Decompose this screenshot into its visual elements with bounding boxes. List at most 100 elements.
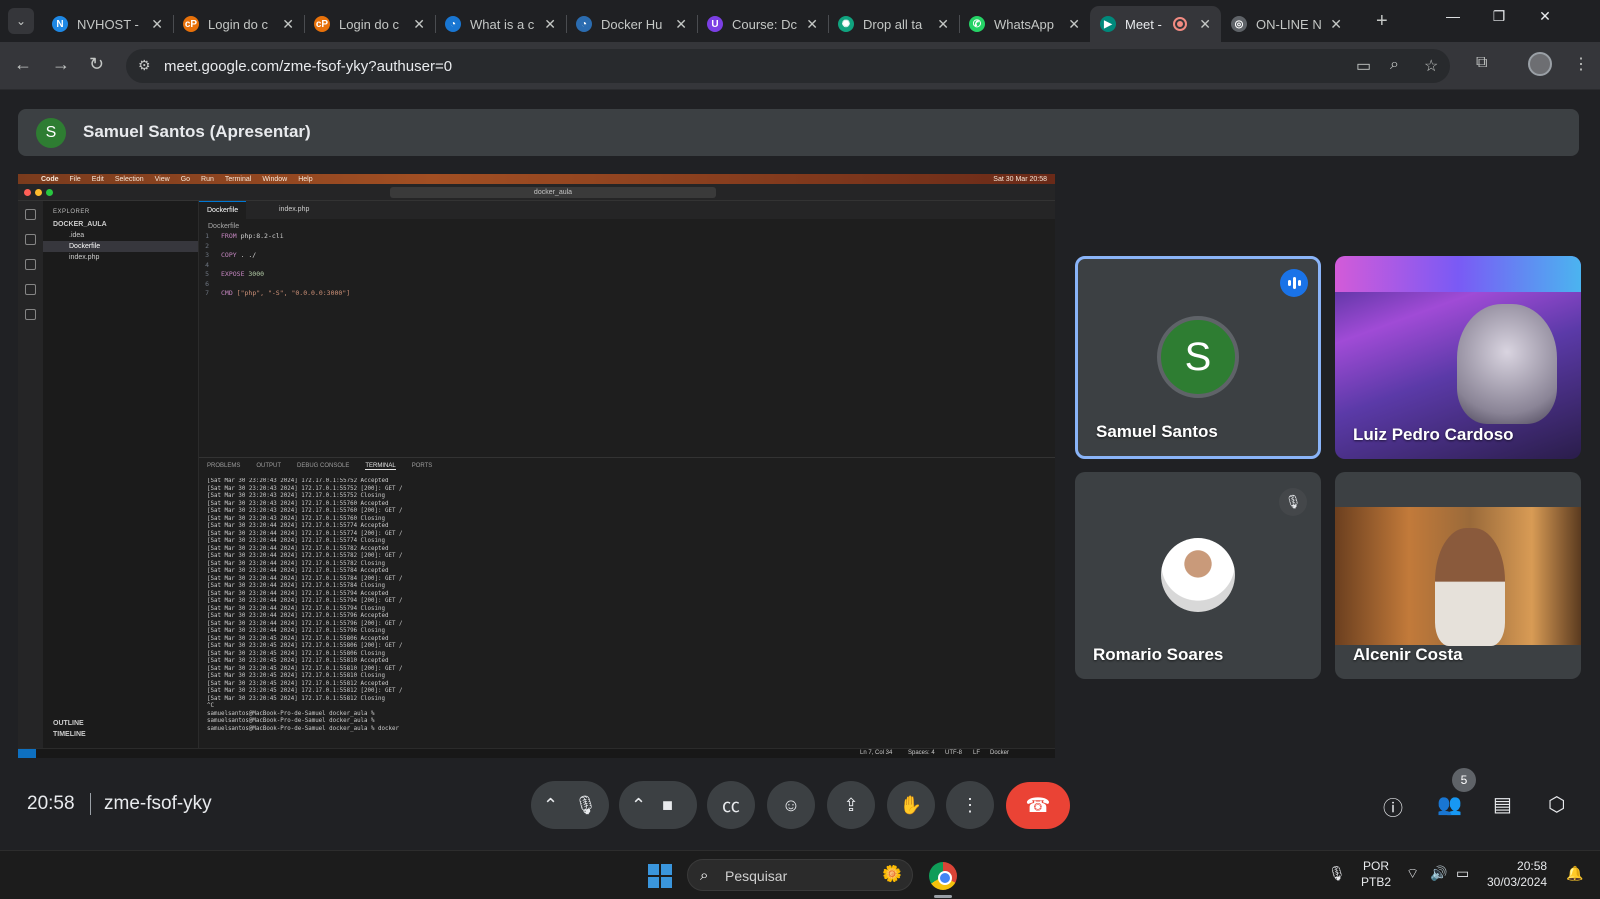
close-tab-icon[interactable]: ✕ bbox=[675, 16, 687, 33]
chevron-up-icon[interactable]: ⌃ bbox=[543, 795, 558, 816]
close-tab-icon[interactable]: ✕ bbox=[806, 16, 818, 33]
captions-button[interactable]: ㏄ bbox=[707, 781, 755, 829]
activities-icon[interactable]: ⬡ bbox=[1548, 792, 1565, 817]
new-tab-button[interactable]: + bbox=[1376, 10, 1388, 33]
terminal-line: samuelsantos@MacBook-Pro-de-Samuel docke… bbox=[207, 718, 375, 724]
microphone-tray-icon[interactable]: 🎙 bbox=[1328, 865, 1346, 882]
zoom-icon[interactable]: ⌕ bbox=[1390, 56, 1399, 74]
chrome-taskbar-icon[interactable] bbox=[929, 862, 957, 890]
line-number: 5 bbox=[205, 270, 209, 278]
terminal-line: [Sat Mar 30 23:20:44 2024] 172.17.0.1:55… bbox=[207, 613, 389, 619]
battery-icon[interactable]: ▭ bbox=[1456, 865, 1469, 882]
more-options-button[interactable]: ⋮ bbox=[946, 781, 994, 829]
participant-video-figure bbox=[1457, 304, 1557, 424]
browser-tab[interactable]: ◎ ON-LINE N ✕ bbox=[1221, 6, 1352, 42]
browser-tab[interactable]: U Course: Dc ✕ bbox=[697, 6, 828, 42]
leave-call-button[interactable]: ☎ bbox=[1006, 782, 1070, 829]
notification-bell-icon[interactable]: 🔔 bbox=[1566, 865, 1583, 882]
raise-hand-button[interactable]: ✋ bbox=[887, 781, 935, 829]
browser-tab[interactable]: ✆ WhatsApp ✕ bbox=[959, 6, 1090, 42]
microphone-control[interactable]: ⌃ 🎙 bbox=[531, 781, 609, 829]
browser-tab[interactable]: ◔ Docker Hu ✕ bbox=[566, 6, 697, 42]
browser-tab[interactable]: cP Login do c ✕ bbox=[304, 6, 435, 42]
terminal-line: [Sat Mar 30 23:20:44 2024] 172.17.0.1:55… bbox=[207, 590, 389, 597]
address-url[interactable]: meet.google.com/zme-fsof-yky?authuser=0 bbox=[164, 58, 452, 75]
taskbar-search-placeholder[interactable]: Pesquisar bbox=[725, 868, 787, 884]
status-language: Docker bbox=[990, 750, 1010, 756]
browser-tab[interactable]: N NVHOST - ✕ bbox=[42, 6, 173, 42]
minimize-window-button[interactable]: — bbox=[1430, 8, 1476, 24]
close-tab-icon[interactable]: ✕ bbox=[1199, 16, 1211, 33]
browser-tab[interactable]: ▶ Meet - ✕ bbox=[1090, 6, 1221, 42]
recording-indicator-icon bbox=[1173, 17, 1188, 31]
code-text: php:8.2-cli bbox=[236, 232, 284, 240]
taskbar-search[interactable]: ⌕ Pesquisar 🌼 bbox=[687, 859, 913, 891]
participant-tile[interactable]: Alcenir Costa bbox=[1335, 472, 1581, 679]
mac-menu-item: Edit bbox=[91, 175, 104, 183]
browser-tab[interactable]: ✺ Drop all ta ✕ bbox=[828, 6, 959, 42]
tab-search-button[interactable]: ⌄ bbox=[8, 8, 34, 34]
browser-tab-strip: ⌄ N NVHOST - ✕ cP Login do c ✕ cP Login do c ✕ ◔ W… bbox=[0, 0, 1600, 42]
outline-section: OUTLINE bbox=[53, 720, 84, 727]
browser-tab[interactable]: ◔ What is a c ✕ bbox=[435, 6, 566, 42]
participant-tile[interactable]: Luiz Pedro Cardoso bbox=[1335, 256, 1581, 459]
close-tab-icon[interactable]: ✕ bbox=[413, 16, 425, 33]
participant-tile[interactable]: 🎙 Romario Soares bbox=[1075, 472, 1321, 679]
status-eol: LF bbox=[973, 750, 981, 756]
camera-control[interactable]: ⌃ ■ bbox=[619, 781, 697, 829]
close-tab-icon[interactable]: ✕ bbox=[544, 16, 556, 33]
code-line: 4 bbox=[199, 261, 1055, 271]
browser-menu-icon[interactable]: ⋮ bbox=[1573, 54, 1589, 74]
profile-avatar[interactable] bbox=[1528, 52, 1552, 76]
participant-name: Luiz Pedro Cardoso bbox=[1353, 425, 1514, 444]
restore-window-button[interactable]: ❐ bbox=[1476, 8, 1522, 25]
camera-in-use-icon[interactable]: ▭ bbox=[1356, 56, 1371, 76]
present-icon: ⇪ bbox=[843, 794, 859, 815]
people-count-badge: 5 bbox=[1452, 768, 1476, 792]
reactions-button[interactable]: ☺ bbox=[767, 781, 815, 829]
keyboard-layout: PTB2 bbox=[1361, 875, 1392, 889]
present-screen-button[interactable]: ⇪ bbox=[827, 781, 875, 829]
close-tab-icon[interactable]: ✕ bbox=[151, 16, 163, 33]
tab-title: Login do c bbox=[208, 16, 268, 32]
vscode-command-search: docker_aula bbox=[390, 187, 716, 198]
close-tab-icon[interactable]: ✕ bbox=[1068, 16, 1080, 33]
extensions-icon[interactable]: ⧉ bbox=[1476, 54, 1487, 72]
file-item: .idea bbox=[69, 232, 85, 239]
system-clock[interactable]: 20:58 30/03/2024 bbox=[1487, 858, 1547, 890]
emoji-icon: ☺ bbox=[781, 794, 801, 815]
site-info-icon[interactable]: ⚙ bbox=[138, 57, 151, 74]
microphone-icon[interactable]: 🎙 bbox=[574, 795, 597, 816]
back-button[interactable]: ← bbox=[14, 54, 32, 75]
editor-tabs: Dockerfile index.php bbox=[199, 201, 1055, 219]
meeting-time: 20:58 bbox=[27, 793, 75, 814]
input-language[interactable]: POR PTB2 bbox=[1361, 858, 1391, 890]
tab-favicon-icon: cP bbox=[314, 16, 330, 32]
forward-button[interactable]: → bbox=[52, 54, 70, 75]
close-tab-icon[interactable]: ✕ bbox=[937, 16, 949, 33]
volume-icon[interactable]: 🔊 bbox=[1430, 865, 1447, 882]
address-bar[interactable]: ⚙ meet.google.com/zme-fsof-yky?authuser=… bbox=[126, 49, 1450, 83]
line-number: 4 bbox=[205, 260, 209, 269]
line-number: 2 bbox=[205, 241, 209, 250]
close-window-button[interactable]: ✕ bbox=[1522, 8, 1568, 25]
participant-tile[interactable]: S Samuel Santos bbox=[1075, 256, 1321, 459]
chevron-up-icon[interactable]: ⌃ bbox=[631, 795, 646, 816]
muted-mic-icon: 🎙 bbox=[1279, 488, 1307, 516]
reload-button[interactable]: ↻ bbox=[89, 54, 104, 75]
input-language-code: POR bbox=[1363, 859, 1390, 873]
chat-icon[interactable]: ▤ bbox=[1493, 792, 1512, 817]
close-tab-icon[interactable]: ✕ bbox=[1330, 16, 1342, 33]
camera-icon[interactable]: ■ bbox=[662, 795, 673, 816]
windows-start-icon[interactable] bbox=[648, 864, 672, 888]
people-icon[interactable]: 👥 bbox=[1437, 792, 1462, 817]
bookmark-star-icon[interactable]: ☆ bbox=[1424, 56, 1438, 76]
meeting-info-icon[interactable]: ⓘ bbox=[1383, 792, 1403, 821]
wifi-icon[interactable]: ⌔ bbox=[1406, 865, 1419, 883]
line-number: 3 bbox=[205, 251, 209, 259]
terminal-line: [Sat Mar 30 23:20:45 2024] 172.17.0.1:55… bbox=[207, 658, 389, 664]
code-line: 5 EXPOSE 3000 bbox=[199, 270, 1055, 280]
close-tab-icon[interactable]: ✕ bbox=[282, 16, 294, 33]
shared-screen[interactable]: Code File Edit Selection View Go Run Terminal Wi… bbox=[18, 174, 1055, 758]
browser-tab[interactable]: cP Login do c ✕ bbox=[173, 6, 304, 42]
